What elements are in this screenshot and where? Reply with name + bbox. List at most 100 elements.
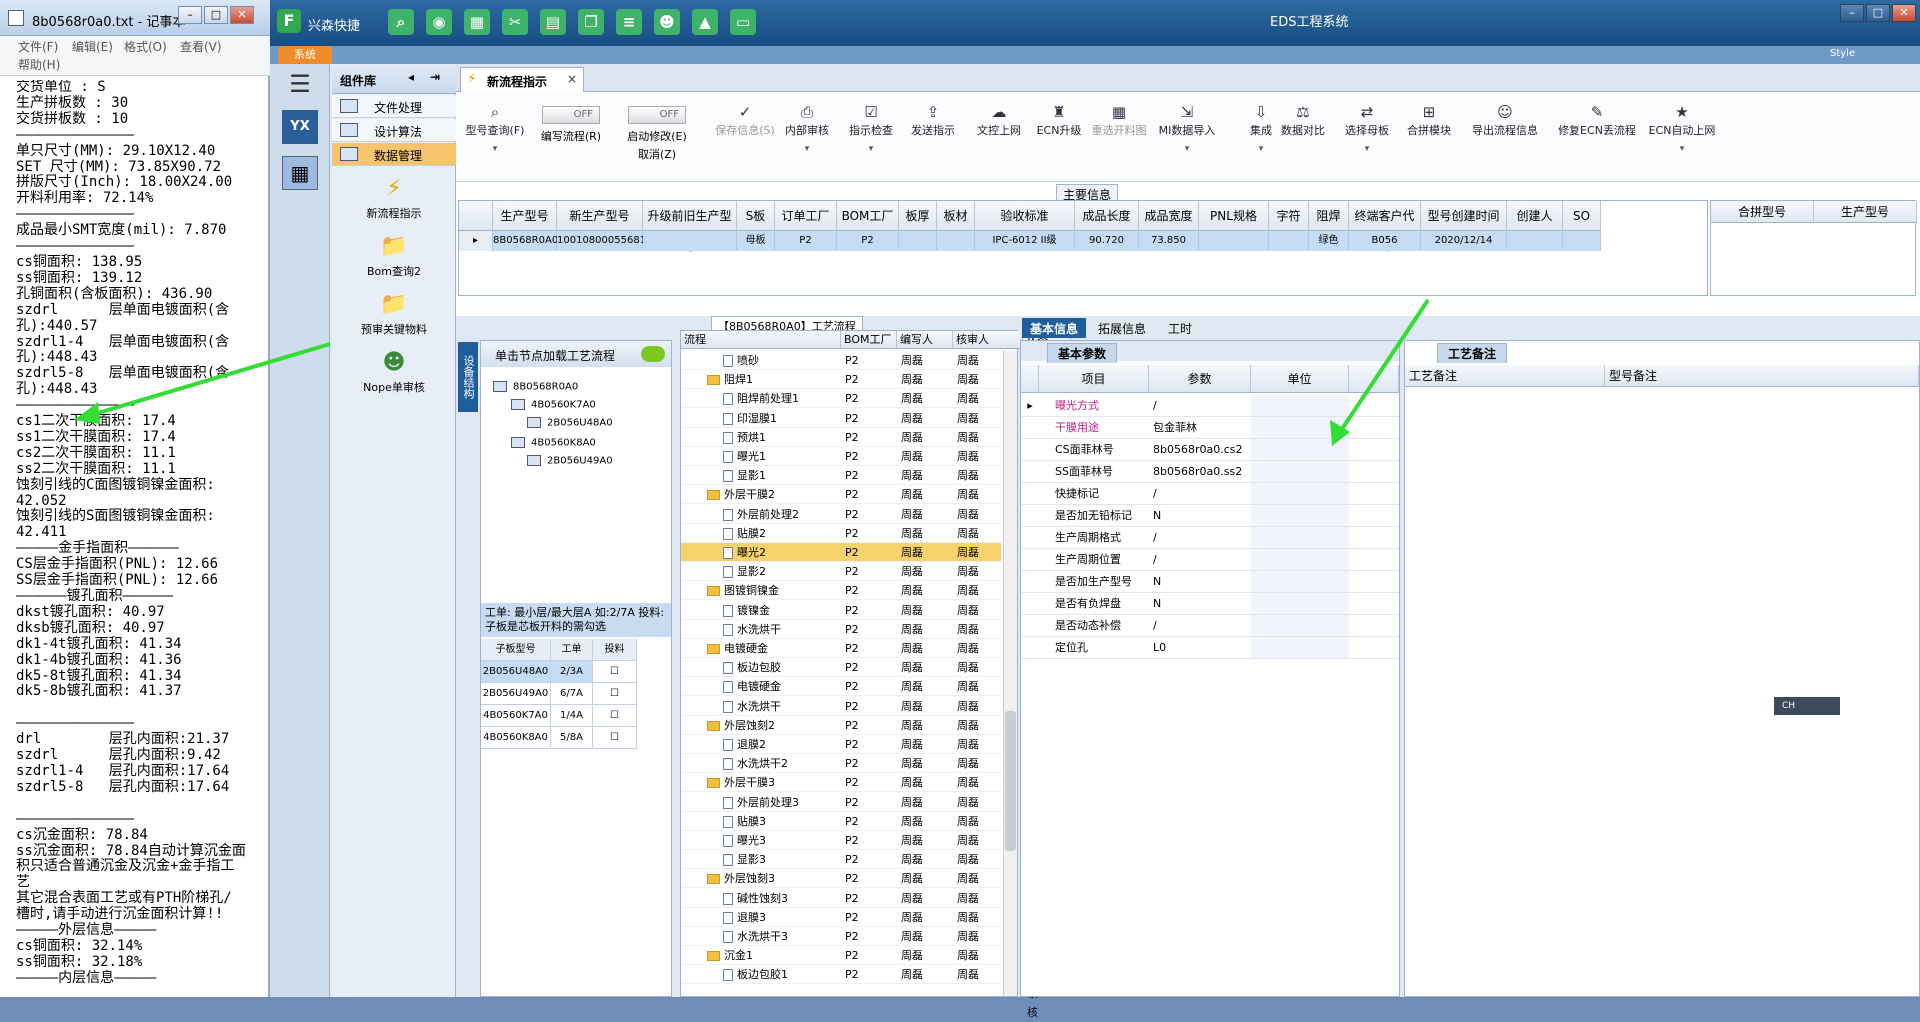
calculator-icon[interactable]: ▦ xyxy=(282,156,318,190)
grid-cell[interactable] xyxy=(1269,231,1309,251)
sub-grid-cell[interactable]: 4B0560K8A0 xyxy=(481,727,551,749)
param-row[interactable]: 干膜用途 包金菲林 xyxy=(1021,417,1399,439)
globe-icon[interactable]: ◉ xyxy=(426,9,452,35)
grid-header-cell[interactable]: 型号创建时间 xyxy=(1421,201,1507,231)
flow-row[interactable]: 电镀硬金P2周磊周磊已审核 xyxy=(681,639,1038,693)
param-row[interactable]: 是否加无铅标记 N xyxy=(1021,505,1399,527)
merge-model-grid[interactable]: 合拼型号 生产型号 xyxy=(1710,200,1917,296)
yx-icon[interactable]: YX xyxy=(282,110,318,144)
param-value[interactable]: N xyxy=(1153,505,1161,527)
ribbon-button[interactable]: ★ ECN自动上网 ▾ xyxy=(1644,102,1720,172)
param-row[interactable]: 快捷标记 / xyxy=(1021,483,1399,505)
collapse-left-icon[interactable]: ◂ xyxy=(408,70,414,84)
grid-header-cell[interactable]: 生产型号 xyxy=(493,201,557,231)
list-icon[interactable]: ≡ xyxy=(616,9,642,35)
grid-header-cell[interactable]: 订单工厂 xyxy=(775,201,837,231)
param-row[interactable]: ▸ 曝光方式 / xyxy=(1021,395,1399,417)
param-value[interactable]: 包金菲林 xyxy=(1153,417,1197,439)
flow-row[interactable]: 外层干膜3P2周磊周磊已审核 xyxy=(681,773,1038,827)
grid-cell[interactable]: 2020/12/14 xyxy=(1421,231,1507,251)
param-header-cell[interactable]: 参数 xyxy=(1149,365,1251,393)
param-value[interactable]: N xyxy=(1153,571,1161,593)
ribbon-toggle[interactable]: OFF 启动修改(E) 取消(Z) xyxy=(622,106,692,161)
style-label[interactable]: Style xyxy=(1830,48,1855,59)
grid-cell[interactable]: P2 xyxy=(775,231,837,251)
sub-grid-cell[interactable]: 4B0560K7A0 xyxy=(481,705,551,727)
ribbon-button[interactable]: ⊞ 合拼模块 xyxy=(1396,102,1462,172)
flow-row[interactable]: 喷砂P2周磊周磊已审核 xyxy=(681,351,1038,405)
flow-row[interactable]: 碱性蚀刻3P2周磊周磊已审核 xyxy=(681,889,1038,943)
grid-cell[interactable] xyxy=(643,231,737,251)
flow-row[interactable]: 贴膜3P2周磊周磊已审核 xyxy=(681,812,1038,866)
param-value[interactable]: / xyxy=(1153,483,1157,505)
tab-close-icon[interactable]: × xyxy=(567,72,577,86)
param-row[interactable]: 生产周期位置 / xyxy=(1021,549,1399,571)
grid-cell[interactable]: IPC-6012 II级 xyxy=(975,231,1075,251)
grid-header-cell[interactable]: 成品宽度 xyxy=(1139,201,1199,231)
grid-header-cell[interactable]: 合拼型号 xyxy=(1711,201,1814,223)
grid-cell[interactable]: 母板 xyxy=(737,231,775,251)
sub-grid-header[interactable]: 投料 xyxy=(593,639,637,661)
flow-row[interactable]: 显影3P2周磊周磊已审核 xyxy=(681,850,1038,904)
ribbon-button[interactable]: ▦ 重选开料图 xyxy=(1086,102,1152,172)
grid-cell[interactable] xyxy=(1199,231,1269,251)
sub-grid-header[interactable]: 工单 xyxy=(551,639,593,661)
grid-cell[interactable]: B056 xyxy=(1349,231,1421,251)
param-value[interactable]: L0 xyxy=(1153,637,1166,659)
minimize-button[interactable]: – xyxy=(178,6,202,24)
grid-header-cell[interactable]: BOM工厂 xyxy=(837,201,899,231)
ribbon-button[interactable]: ⇲ MI数据导入 ▾ xyxy=(1154,102,1220,172)
grid-header-cell[interactable]: 验收标准 xyxy=(975,201,1075,231)
flow-header-cell[interactable]: 编写人 xyxy=(897,331,953,349)
feed-checkbox[interactable]: ☐ xyxy=(593,705,637,727)
feed-checkbox[interactable]: ☐ xyxy=(593,661,637,683)
sub-grid-header[interactable]: 子板型号 xyxy=(481,639,551,661)
param-unit[interactable] xyxy=(1251,395,1349,416)
flow-row[interactable]: 电镀硬金P2周磊周磊已审核 xyxy=(681,677,1038,731)
notepad-text-area[interactable]: 交货单位 : S 生产拼板数 : 30 交货拼板数 : 10 —————————… xyxy=(16,80,266,997)
grid-cell[interactable] xyxy=(899,231,937,251)
sub-grid-cell[interactable]: 2B056U49A0 xyxy=(481,683,551,705)
param-value[interactable]: / xyxy=(1153,527,1157,549)
detail-tab[interactable]: 基本信息 xyxy=(1022,318,1087,338)
tab-basic-params[interactable]: 基本参数 xyxy=(1047,343,1118,363)
close-button[interactable]: ✕ xyxy=(1892,4,1916,22)
sub-grid-cell[interactable]: 6/7A xyxy=(551,683,593,705)
toggle-switch[interactable]: OFF xyxy=(628,106,686,124)
feed-checkbox[interactable]: ☐ xyxy=(593,683,637,705)
param-unit[interactable] xyxy=(1251,417,1349,438)
ribbon-button[interactable]: ☁ 文控上网 xyxy=(966,102,1032,172)
flow-row[interactable]: 退膜2P2周磊周磊已审核 xyxy=(681,735,1038,789)
param-value[interactable]: / xyxy=(1153,615,1157,637)
grid-cell[interactable]: 73.850 xyxy=(1139,231,1199,251)
flow-row[interactable]: 外层蚀刻2P2周磊周磊已审核 xyxy=(681,716,1038,770)
maximize-button[interactable]: □ xyxy=(204,6,228,24)
grid-header-cell[interactable]: 阻焊 xyxy=(1309,201,1349,231)
grid-header-cell[interactable]: 成品长度 xyxy=(1075,201,1139,231)
grid-header-cell[interactable]: 板材 xyxy=(937,201,975,231)
ribbon-button[interactable]: ⌕ 型号查询(F) ▾ xyxy=(462,102,528,172)
grid-header-cell[interactable]: 终端客户代码 xyxy=(1349,201,1421,253)
grid-header-cell[interactable]: 字符 xyxy=(1269,201,1309,231)
flow-row[interactable]: 曝光1P2周磊周磊已审核 xyxy=(681,447,1038,501)
sub-grid-cell[interactable]: 2B056U48A0 xyxy=(481,661,551,683)
flow-row[interactable]: 外层前处理2P2周磊周磊已审核 xyxy=(681,505,1038,559)
grid-cell[interactable]: P2 xyxy=(837,231,899,251)
param-row[interactable]: 是否加生产型号 N xyxy=(1021,571,1399,593)
flow-row[interactable]: 沉金1P2周磊周磊已审核 xyxy=(681,946,1038,1000)
grid-cell[interactable]: 绿色 xyxy=(1309,231,1349,251)
flow-row[interactable]: 预烘1P2周磊周磊已审核 xyxy=(681,428,1038,482)
menu-file[interactable]: 文件(F) xyxy=(18,38,58,55)
ribbon-button[interactable]: ✓ 保存信息(S) xyxy=(712,102,778,172)
grid-header-cell[interactable]: SO xyxy=(1563,201,1601,231)
grid-header-cell[interactable]: PNL规格 xyxy=(1199,201,1269,231)
grid-cell[interactable] xyxy=(1563,231,1601,251)
equipment-structure-tab[interactable]: 设备结构 xyxy=(458,342,478,412)
flow-row[interactable]: 板边包胶P2周磊周磊已审核 xyxy=(681,658,1038,712)
flow-row[interactable]: 镀镍金P2周磊周磊已审核 xyxy=(681,601,1038,655)
main-info-grid[interactable]: 生产型号新生产型号升级前旧生产型号S板订单工厂BOM工厂板厚板材验收标准成品长度… xyxy=(458,200,1708,296)
feed-checkbox[interactable]: ☐ xyxy=(593,727,637,749)
flow-header-cell[interactable]: BOM工厂 xyxy=(841,331,897,349)
grid-header-cell[interactable]: 升级前旧生产型号 xyxy=(643,201,737,253)
scrollbar-thumb[interactable] xyxy=(1005,711,1016,851)
